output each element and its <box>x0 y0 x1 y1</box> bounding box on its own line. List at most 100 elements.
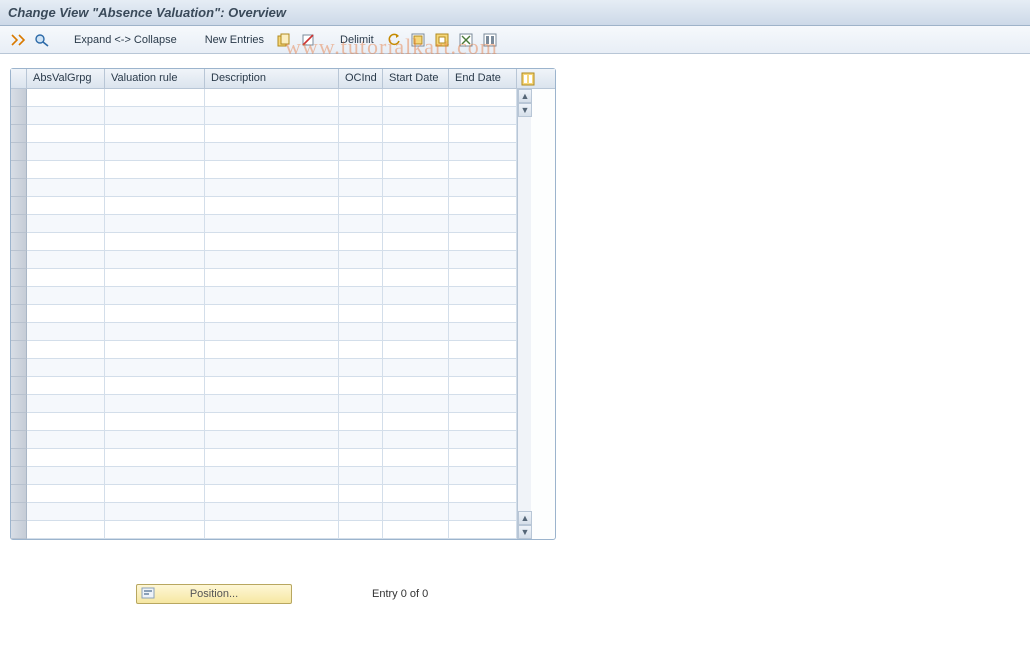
cell-start-date[interactable] <box>383 161 449 179</box>
cell-description[interactable] <box>205 179 339 197</box>
cell-end-date[interactable] <box>449 521 517 539</box>
cell-valuation-rule[interactable] <box>105 341 205 359</box>
cell-ocind[interactable] <box>339 467 383 485</box>
cell-absvalgrpg[interactable] <box>27 125 105 143</box>
cell-start-date[interactable] <box>383 233 449 251</box>
expand-collapse-button[interactable]: Expand <-> Collapse <box>68 34 183 46</box>
cell-description[interactable] <box>205 413 339 431</box>
row-selector[interactable] <box>11 395 27 413</box>
cell-description[interactable] <box>205 215 339 233</box>
row-selector[interactable] <box>11 161 27 179</box>
cell-absvalgrpg[interactable] <box>27 233 105 251</box>
row-selector[interactable] <box>11 143 27 161</box>
cell-start-date[interactable] <box>383 215 449 233</box>
cell-absvalgrpg[interactable] <box>27 431 105 449</box>
cell-start-date[interactable] <box>383 377 449 395</box>
cell-ocind[interactable] <box>339 503 383 521</box>
table-row[interactable] <box>11 89 517 107</box>
row-selector[interactable] <box>11 449 27 467</box>
cell-valuation-rule[interactable] <box>105 161 205 179</box>
cell-absvalgrpg[interactable] <box>27 161 105 179</box>
select-all-icon[interactable] <box>408 31 428 49</box>
cell-end-date[interactable] <box>449 413 517 431</box>
row-selector[interactable] <box>11 467 27 485</box>
cell-end-date[interactable] <box>449 233 517 251</box>
row-selector[interactable] <box>11 269 27 287</box>
cell-description[interactable] <box>205 395 339 413</box>
cell-valuation-rule[interactable] <box>105 197 205 215</box>
table-row[interactable] <box>11 251 517 269</box>
cell-end-date[interactable] <box>449 359 517 377</box>
cell-start-date[interactable] <box>383 197 449 215</box>
cell-ocind[interactable] <box>339 161 383 179</box>
cell-valuation-rule[interactable] <box>105 521 205 539</box>
cell-description[interactable] <box>205 323 339 341</box>
cell-start-date[interactable] <box>383 305 449 323</box>
row-selector[interactable] <box>11 503 27 521</box>
cell-ocind[interactable] <box>339 107 383 125</box>
row-selector[interactable] <box>11 287 27 305</box>
cell-absvalgrpg[interactable] <box>27 89 105 107</box>
scroll-down-button[interactable]: ▼ <box>518 103 532 117</box>
cell-description[interactable] <box>205 341 339 359</box>
cell-absvalgrpg[interactable] <box>27 107 105 125</box>
cell-absvalgrpg[interactable] <box>27 467 105 485</box>
cell-description[interactable] <box>205 503 339 521</box>
cell-description[interactable] <box>205 377 339 395</box>
row-selector-header[interactable] <box>11 69 27 88</box>
cell-description[interactable] <box>205 251 339 269</box>
cell-description[interactable] <box>205 197 339 215</box>
cell-start-date[interactable] <box>383 143 449 161</box>
table-row[interactable] <box>11 197 517 215</box>
cell-ocind[interactable] <box>339 143 383 161</box>
table-row[interactable] <box>11 233 517 251</box>
table-row[interactable] <box>11 287 517 305</box>
cell-absvalgrpg[interactable] <box>27 449 105 467</box>
cell-ocind[interactable] <box>339 287 383 305</box>
delete-icon[interactable] <box>298 31 318 49</box>
cell-end-date[interactable] <box>449 305 517 323</box>
table-row[interactable] <box>11 359 517 377</box>
scroll-up-button-2[interactable]: ▲ <box>518 511 532 525</box>
cell-end-date[interactable] <box>449 395 517 413</box>
cell-ocind[interactable] <box>339 179 383 197</box>
table-row[interactable] <box>11 413 517 431</box>
cell-valuation-rule[interactable] <box>105 107 205 125</box>
cell-description[interactable] <box>205 143 339 161</box>
cell-ocind[interactable] <box>339 521 383 539</box>
cell-start-date[interactable] <box>383 125 449 143</box>
cell-end-date[interactable] <box>449 287 517 305</box>
cell-end-date[interactable] <box>449 143 517 161</box>
cell-start-date[interactable] <box>383 395 449 413</box>
cell-absvalgrpg[interactable] <box>27 395 105 413</box>
row-selector[interactable] <box>11 485 27 503</box>
row-selector[interactable] <box>11 521 27 539</box>
cell-description[interactable] <box>205 107 339 125</box>
row-selector[interactable] <box>11 215 27 233</box>
cell-valuation-rule[interactable] <box>105 179 205 197</box>
cell-valuation-rule[interactable] <box>105 143 205 161</box>
cell-ocind[interactable] <box>339 233 383 251</box>
table-row[interactable] <box>11 305 517 323</box>
table-row[interactable] <box>11 503 517 521</box>
cell-end-date[interactable] <box>449 197 517 215</box>
cell-valuation-rule[interactable] <box>105 503 205 521</box>
cell-valuation-rule[interactable] <box>105 125 205 143</box>
cell-valuation-rule[interactable] <box>105 395 205 413</box>
cell-valuation-rule[interactable] <box>105 323 205 341</box>
col-valuation-rule[interactable]: Valuation rule <box>105 69 205 88</box>
cell-end-date[interactable] <box>449 89 517 107</box>
delimit-button[interactable]: Delimit <box>334 34 380 46</box>
table-row[interactable] <box>11 521 517 539</box>
col-ocind[interactable]: OCInd <box>339 69 383 88</box>
cell-description[interactable] <box>205 269 339 287</box>
cell-absvalgrpg[interactable] <box>27 359 105 377</box>
cell-valuation-rule[interactable] <box>105 467 205 485</box>
col-description[interactable]: Description <box>205 69 339 88</box>
scroll-down-button-2[interactable]: ▼ <box>518 525 532 539</box>
cell-end-date[interactable] <box>449 503 517 521</box>
cell-valuation-rule[interactable] <box>105 413 205 431</box>
cell-start-date[interactable] <box>383 89 449 107</box>
cell-end-date[interactable] <box>449 179 517 197</box>
cell-description[interactable] <box>205 521 339 539</box>
